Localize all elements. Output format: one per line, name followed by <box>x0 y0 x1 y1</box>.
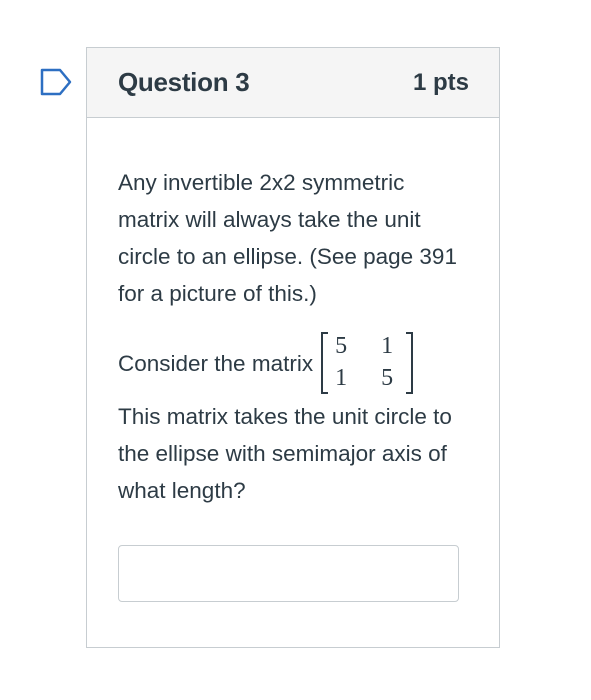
question-title: Question 3 <box>118 67 250 97</box>
matrix-right-bracket <box>406 332 414 394</box>
answer-input[interactable] <box>118 545 459 602</box>
matrix-cell-2-2: 5 <box>381 365 394 391</box>
consider-label: Consider the matrix <box>118 350 314 376</box>
question-card: Question 3 1 pts Any invertible 2x2 symm… <box>86 47 500 648</box>
matrix-cell-1-1: 5 <box>335 333 348 359</box>
matrix-cell-2-1: 1 <box>335 365 348 391</box>
matrix-left-bracket <box>321 332 329 394</box>
question-body: Any invertible 2x2 symmetric matrix will… <box>87 118 499 509</box>
flag-question-icon[interactable] <box>40 68 72 96</box>
matrix-statement: Consider the matrix 5 1 1 5 <box>118 330 469 396</box>
question-text-prompt: This matrix takes the unit circle to the… <box>118 404 452 503</box>
matrix: 5 1 1 5 <box>321 330 414 396</box>
question-points: 1 pts <box>412 68 469 96</box>
question-header: Question 3 1 pts <box>87 48 499 118</box>
quiz-page: Question 3 1 pts Any invertible 2x2 symm… <box>0 0 591 700</box>
question-text-intro: Any invertible 2x2 symmetric matrix will… <box>118 170 457 306</box>
matrix-cell-1-2: 1 <box>381 333 394 359</box>
